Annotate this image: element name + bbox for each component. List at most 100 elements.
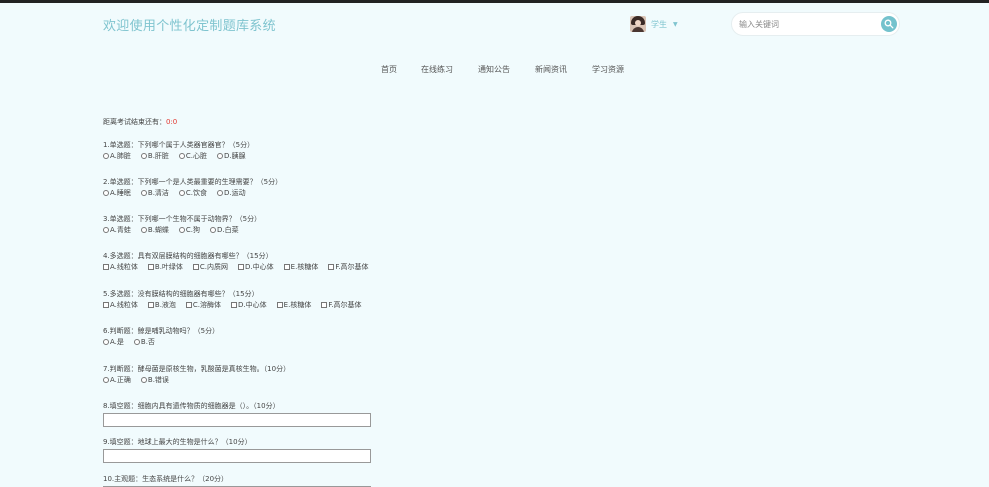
exam-countdown: 距离考试结束还有：0:0 [103, 117, 177, 127]
checkbox[interactable] [103, 264, 109, 270]
checkbox[interactable] [328, 264, 335, 270]
option-6[interactable]: F.高尔基体 [321, 300, 361, 310]
option-label: A.青蛙 [110, 226, 131, 234]
nav-item-practice[interactable]: 在线练习 [421, 64, 453, 75]
radio-button[interactable] [217, 190, 224, 196]
checkbox[interactable] [231, 302, 238, 308]
option-1[interactable]: A.正确 [103, 375, 131, 385]
radio-button[interactable] [140, 377, 147, 383]
option-label: C.溶酶体 [192, 301, 222, 309]
option-3[interactable]: C.溶酶体 [185, 300, 222, 310]
option-label: A.肺脏 [110, 152, 131, 160]
checkbox[interactable] [147, 302, 154, 308]
radio-button[interactable] [140, 227, 147, 233]
nav-item-resources[interactable]: 学习资源 [592, 64, 624, 75]
question-2: 2.单选题：下列哪一个是人类最重要的生理需要？（5分） A.睡眠 B.清洁 C.饮食 D… [103, 177, 282, 198]
option-3[interactable]: C.饮食 [178, 188, 207, 198]
checkbox[interactable] [283, 264, 290, 270]
option-3[interactable]: C.内质网 [192, 262, 228, 272]
checkbox[interactable] [276, 302, 283, 308]
radio-button[interactable] [140, 153, 147, 159]
option-label: D.运动 [224, 189, 246, 197]
radio-button[interactable] [178, 227, 185, 233]
question-8: 8.填空题：细胞内具有遗传物质的细胞器是（）。（10分） [103, 401, 371, 427]
radio-button[interactable] [178, 190, 185, 196]
radio-button[interactable] [178, 153, 185, 159]
avatar [630, 16, 646, 32]
question-4: 4.多选题：具有双层膜结构的细胞器有哪些？（15分） A.线粒体 B.叶绿体 C.内质… [103, 251, 378, 272]
main-nav: 首页 在线练习 通知公告 新闻资讯 学习资源 [0, 64, 989, 76]
question-title: 9.填空题：地球上最大的生物是什么？（10分） [103, 438, 252, 446]
question-title: 10.主观题：生态系统是什么？（20分） [103, 475, 229, 483]
option-label: C.心脏 [185, 152, 208, 160]
answer-input[interactable] [103, 413, 371, 427]
option-label: B.错误 [147, 376, 169, 384]
answer-input[interactable] [103, 449, 371, 463]
option-1[interactable]: A.青蛙 [103, 225, 131, 235]
radio-button[interactable] [103, 377, 109, 383]
question-5: 5.多选题：没有膜结构的细胞器有哪些？（15分） A.线粒体 B.液泡 C.溶酶体 D.… [103, 289, 371, 310]
option-3[interactable]: C.狗 [178, 225, 200, 235]
option-label: E.核糖体 [290, 263, 319, 271]
checkbox[interactable] [192, 264, 199, 270]
checkbox[interactable] [321, 302, 328, 308]
nav-item-notices[interactable]: 通知公告 [478, 64, 510, 75]
option-1[interactable]: A.是 [103, 337, 124, 347]
search-box [731, 12, 900, 36]
countdown-value: 0:0 [166, 118, 178, 126]
options-row: A.是 B.否 [103, 337, 219, 347]
radio-button[interactable] [217, 153, 224, 159]
option-1[interactable]: A.肺脏 [103, 151, 131, 161]
option-2[interactable]: B.肝脏 [140, 151, 169, 161]
options-row: A.睡眠 B.清洁 C.饮食 D.运动 [103, 188, 282, 198]
user-menu[interactable]: 学生 ▼ [630, 15, 678, 33]
option-2[interactable]: B.叶绿体 [147, 262, 183, 272]
site-title: 欢迎使用个性化定制题库系统 [103, 19, 276, 34]
option-label: B.液泡 [154, 301, 176, 309]
nav-item-news[interactable]: 新闻资讯 [535, 64, 567, 75]
radio-button[interactable] [210, 227, 217, 233]
option-4[interactable]: D.白菜 [210, 225, 239, 235]
option-4[interactable]: D.中心体 [238, 262, 274, 272]
radio-button[interactable] [103, 190, 109, 196]
checkbox[interactable] [238, 264, 245, 270]
options-row: A.青蛙 B.蝴蝶 C.狗 D.白菜 [103, 225, 261, 235]
checkbox[interactable] [147, 264, 154, 270]
option-1[interactable]: A.睡眠 [103, 188, 131, 198]
checkbox[interactable] [185, 302, 192, 308]
option-5[interactable]: E.核糖体 [276, 300, 311, 310]
question-1: 1.单选题：下列哪个属于人类器官器官？（5分） A.肺脏 B.肝脏 C.心脏 D.胰腺 [103, 140, 256, 161]
option-2[interactable]: B.错误 [140, 375, 169, 385]
question-title: 8.填空题：细胞内具有遗传物质的细胞器是（）。（10分） [103, 402, 280, 410]
user-label: 学生 [651, 19, 667, 29]
options-row: A.线粒体 B.叶绿体 C.内质网 D.中心体 E.核糖体 F.高尔基体 [103, 262, 378, 272]
option-label: D.胰腺 [224, 152, 246, 160]
radio-button[interactable] [103, 339, 109, 345]
checkbox[interactable] [103, 302, 109, 308]
nav-item-home[interactable]: 首页 [381, 64, 397, 75]
radio-button[interactable] [103, 227, 109, 233]
chevron-down-icon: ▼ [673, 20, 678, 28]
option-2[interactable]: B.清洁 [140, 188, 169, 198]
option-6[interactable]: F.高尔基体 [328, 262, 368, 272]
option-4[interactable]: D.胰腺 [217, 151, 246, 161]
option-2[interactable]: B.否 [133, 337, 155, 347]
option-2[interactable]: B.蝴蝶 [140, 225, 169, 235]
option-4[interactable]: D.中心体 [231, 300, 267, 310]
option-5[interactable]: E.核糖体 [283, 262, 319, 272]
radio-button[interactable] [140, 190, 147, 196]
radio-button[interactable] [103, 153, 109, 159]
question-title: 7.判断题：酵母菌是原核生物，乳酸菌是真核生物。（10分） [103, 365, 291, 373]
radio-button[interactable] [133, 339, 140, 345]
option-4[interactable]: D.运动 [217, 188, 246, 198]
top-border [0, 0, 989, 3]
option-label: A.是 [110, 338, 124, 346]
search-button[interactable] [881, 16, 897, 32]
option-3[interactable]: C.心脏 [178, 151, 208, 161]
option-1[interactable]: A.线粒体 [103, 262, 138, 272]
option-label: B.清洁 [147, 189, 169, 197]
options-row: A.肺脏 B.肝脏 C.心脏 D.胰腺 [103, 151, 256, 161]
option-1[interactable]: A.线粒体 [103, 300, 138, 310]
search-input[interactable] [739, 17, 879, 31]
option-2[interactable]: B.液泡 [147, 300, 176, 310]
